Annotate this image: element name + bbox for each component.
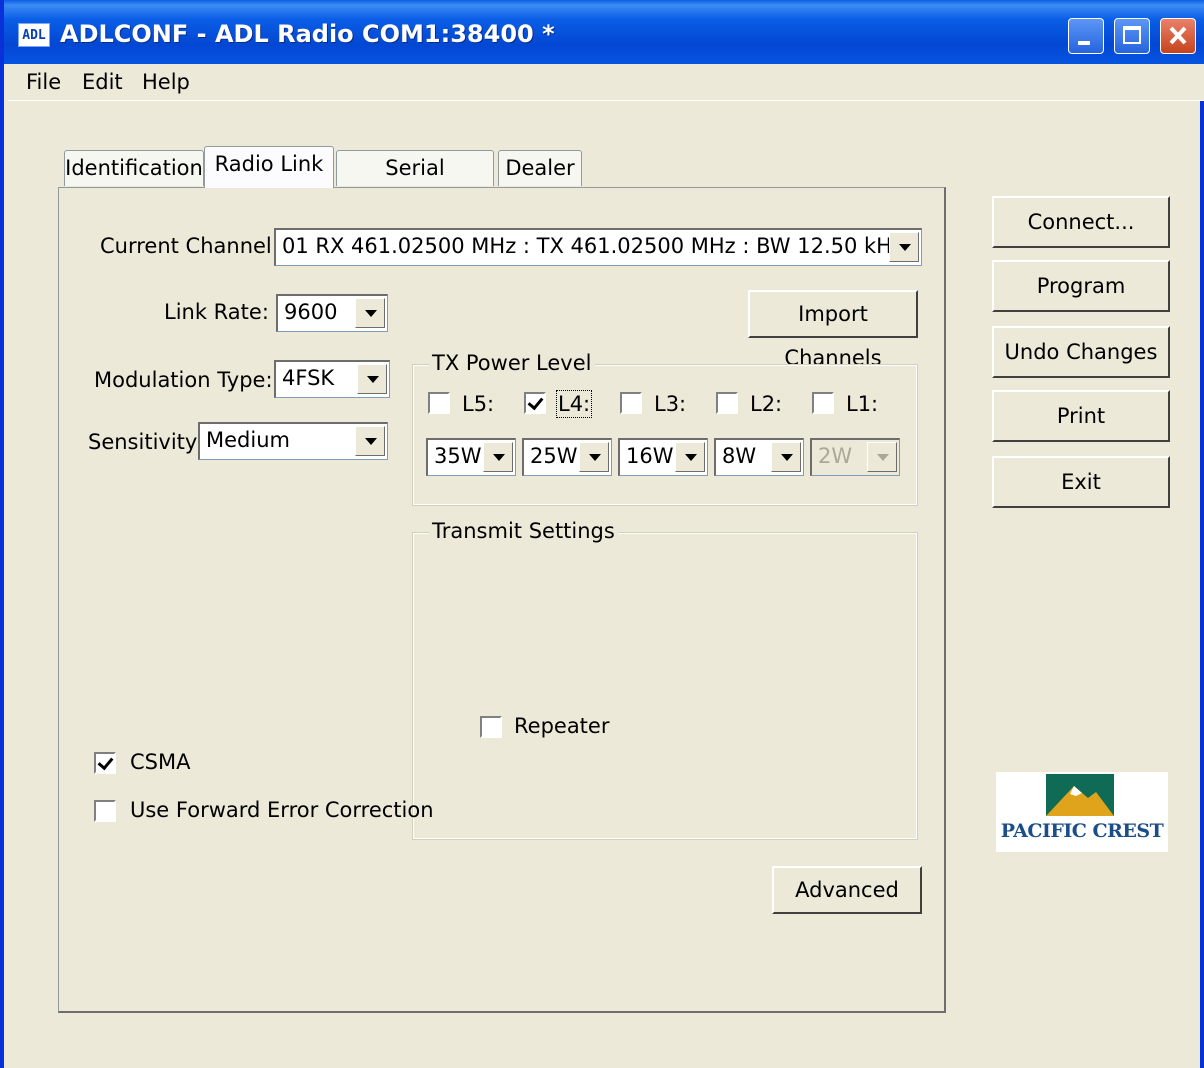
fec-checkbox[interactable] [94, 800, 116, 822]
chevron-down-icon[interactable] [579, 442, 609, 472]
link-rate-select[interactable]: 9600 [276, 294, 388, 332]
l4-label: L4: [555, 390, 593, 418]
close-icon [1169, 26, 1187, 45]
tab-serial-interface[interactable]: Serial Interface [336, 150, 494, 214]
l1-power-value: 2W [818, 444, 853, 468]
sensitivity-label: Sensitivity: [88, 430, 203, 454]
link-rate-label: Link Rate: [164, 300, 269, 324]
transmit-settings-group: Transmit Settings [412, 519, 918, 840]
chevron-down-icon[interactable] [771, 442, 801, 472]
connect-button[interactable]: Connect... [992, 196, 1170, 248]
minimize-button[interactable] [1068, 18, 1104, 54]
title-bar[interactable]: ADL ADLCONF - ADL Radio COM1:38400 * [4, 0, 1204, 64]
l4-power-select[interactable]: 25W [522, 438, 612, 476]
csma-label: CSMA [130, 750, 191, 774]
l5-power-value: 35W [434, 444, 482, 468]
program-button[interactable]: Program [992, 260, 1170, 312]
l2-power-select[interactable]: 8W [714, 438, 804, 476]
l3-label: L3: [654, 392, 687, 416]
tab-radio-link[interactable]: Radio Link [204, 146, 334, 188]
l2-power-value: 8W [722, 444, 757, 468]
link-rate-value: 9600 [284, 300, 338, 324]
tab-dealer[interactable]: Dealer [498, 150, 582, 186]
tx-power-level-group: TX Power Level [412, 351, 918, 506]
l2-checkbox[interactable] [716, 392, 738, 414]
l3-power-value: 16W [626, 444, 674, 468]
repeater-checkbox[interactable] [480, 716, 502, 738]
import-channels-button[interactable]: Import Channels [748, 290, 918, 370]
menu-file[interactable]: File [26, 70, 61, 94]
l2-label: L2: [750, 392, 783, 416]
advanced-button[interactable]: Advanced [772, 866, 922, 914]
l3-power-select[interactable]: 16W [618, 438, 708, 476]
l3-checkbox[interactable] [620, 392, 642, 414]
minimize-icon [1078, 41, 1090, 45]
repeater-label: Repeater [514, 714, 610, 738]
chevron-down-icon[interactable] [355, 426, 385, 456]
l4-power-value: 25W [530, 444, 578, 468]
csma-checkbox[interactable] [94, 752, 116, 774]
window-title: ADLCONF - ADL Radio COM1:38400 * [60, 20, 555, 48]
logo-text: PACIFIC CREST [1000, 820, 1164, 842]
exit-button[interactable]: Exit [992, 456, 1170, 508]
chevron-down-icon[interactable] [357, 364, 387, 394]
close-button[interactable] [1160, 18, 1196, 54]
maximize-icon [1123, 26, 1141, 44]
l1-checkbox[interactable] [812, 392, 834, 414]
l1-power-select: 2W [810, 438, 900, 476]
sensitivity-select[interactable]: Medium [198, 422, 388, 460]
app-icon: ADL [18, 23, 50, 47]
app-window: ADL ADLCONF - ADL Radio COM1:38400 * Fil… [0, 0, 1204, 1068]
l5-power-select[interactable]: 35W [426, 438, 516, 476]
l5-label: L5: [462, 392, 495, 416]
menu-bar: File Edit Help [8, 64, 1204, 101]
print-button[interactable]: Print [992, 390, 1170, 442]
modulation-type-select[interactable]: 4FSK [274, 360, 390, 398]
chevron-down-icon [867, 442, 897, 472]
chevron-down-icon[interactable] [483, 442, 513, 472]
l4-checkbox[interactable] [524, 392, 546, 414]
undo-changes-button[interactable]: Undo Changes [992, 326, 1170, 378]
current-channel-label: Current Channel: [100, 234, 279, 258]
tab-identification[interactable]: Identification [64, 150, 204, 186]
menu-edit[interactable]: Edit [82, 70, 123, 94]
menu-help[interactable]: Help [142, 70, 190, 94]
fec-label: Use Forward Error Correction [130, 798, 434, 822]
l5-checkbox[interactable] [428, 392, 450, 414]
mountain-logo-icon [1046, 774, 1114, 816]
pacific-crest-logo: PACIFIC CREST [996, 772, 1168, 852]
current-channel-select[interactable]: 01 RX 461.02500 MHz : TX 461.02500 MHz :… [274, 228, 922, 266]
maximize-button[interactable] [1114, 18, 1150, 54]
l1-label: L1: [846, 392, 879, 416]
sensitivity-value: Medium [206, 428, 290, 452]
chevron-down-icon[interactable] [355, 298, 385, 328]
modulation-type-value: 4FSK [282, 366, 335, 390]
tx-power-level-title: TX Power Level [429, 351, 595, 375]
chevron-down-icon[interactable] [675, 442, 705, 472]
transmit-settings-title: Transmit Settings [429, 519, 618, 543]
chevron-down-icon[interactable] [889, 232, 919, 262]
modulation-type-label: Modulation Type: [94, 368, 273, 392]
current-channel-value: 01 RX 461.02500 MHz : TX 461.02500 MHz :… [282, 234, 903, 258]
